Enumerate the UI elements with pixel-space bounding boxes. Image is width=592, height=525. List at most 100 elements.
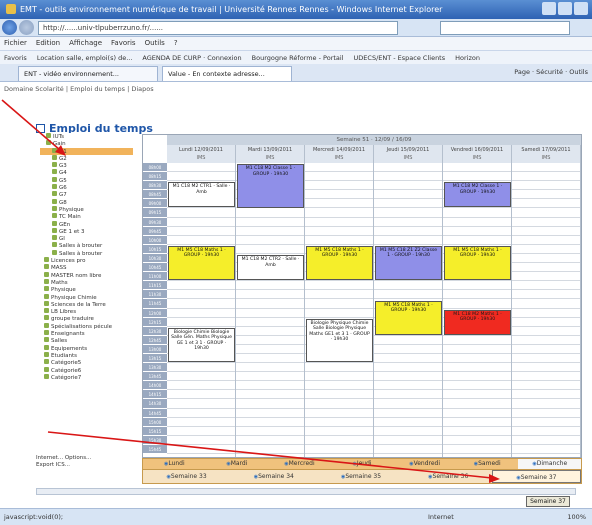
hour-label: 11h30: [143, 290, 167, 300]
weekday-option[interactable]: Jeudi: [331, 459, 394, 469]
tree-node[interactable]: Licences pro: [40, 257, 133, 264]
favorite-link[interactable]: Horizon: [455, 54, 480, 62]
week-option[interactable]: Semaine 35: [317, 470, 404, 483]
forward-button[interactable]: [19, 20, 34, 35]
course-event[interactable]: M1 C18 M2 CTR2 · Salle · Amb: [237, 255, 304, 281]
week-option[interactable]: Semaine 34: [230, 470, 317, 483]
tree-node[interactable]: Spécialisations pécule: [40, 322, 133, 330]
course-event[interactable]: M1 C18 M2 Maths 1 · GROUP · 19h30: [444, 309, 511, 335]
tree-node-label: Spécialisations pécule: [51, 323, 113, 330]
tree-node[interactable]: Salles: [40, 337, 133, 344]
tree-node[interactable]: G6: [40, 184, 133, 191]
tree-node[interactable]: GEn: [40, 220, 133, 228]
menu-item[interactable]: Fichier: [4, 39, 27, 48]
day-sub-label: IMS: [334, 155, 344, 161]
tree-node[interactable]: G7: [40, 191, 133, 198]
menu-item[interactable]: Favoris: [111, 39, 136, 48]
tree-node-label: GI: [59, 236, 65, 243]
tree-node[interactable]: Enseignants: [40, 330, 133, 337]
tree-node[interactable]: TC Main: [40, 213, 133, 220]
tree-node-label: G7: [59, 192, 67, 199]
favorite-link[interactable]: Bourgogne Réforme - Portail: [252, 54, 344, 62]
maximize-button[interactable]: [558, 2, 572, 15]
menu-item[interactable]: Affichage: [69, 39, 102, 48]
favorite-link[interactable]: UDECS/ENT - Espace Clients: [354, 54, 446, 62]
course-event[interactable]: M1 M5 C18 Z1 Z2 Classe 1 · GROUP · 19h30: [375, 245, 442, 281]
tree-node[interactable]: Catégorie7: [40, 373, 133, 381]
tree-node[interactable]: Physique Chimie: [40, 293, 133, 301]
course-event[interactable]: M1 M5 C18 Maths 1 · GROUP · 19h30: [168, 245, 235, 281]
week-option[interactable]: Semaine 37: [491, 470, 582, 483]
tree-node[interactable]: G8: [40, 198, 133, 206]
tree-node[interactable]: Equipements: [40, 344, 133, 352]
tree-node[interactable]: GE 1 et 3: [40, 227, 133, 235]
zoom-level[interactable]: 100%: [567, 513, 586, 521]
horizontal-scrollbar[interactable]: [36, 488, 576, 495]
folder-icon: [44, 271, 49, 277]
menu-item[interactable]: ?: [174, 39, 178, 48]
favorite-link[interactable]: AGENDA DE CURP · Connexion: [142, 54, 241, 62]
tree-node[interactable]: G3: [40, 162, 133, 169]
tree-node-label: groupe traduire: [51, 316, 94, 323]
week-option[interactable]: Semaine 33: [143, 470, 230, 483]
course-event[interactable]: M1 M5 C18 Maths 1 · GROUP · 19h30: [375, 300, 442, 335]
tree-node[interactable]: Salles à brouter: [40, 249, 133, 257]
tree-footer-export[interactable]: Export ICS...: [36, 462, 136, 469]
weekday-option[interactable]: Mardi: [206, 459, 269, 469]
close-button[interactable]: [574, 2, 588, 15]
hour-label: 11h00: [143, 272, 167, 282]
weekday-option[interactable]: Lundi: [143, 459, 206, 469]
tree-node[interactable]: G2: [40, 154, 133, 162]
tree-node[interactable]: groupe traduire: [40, 315, 133, 322]
tree-footer-options[interactable]: Internet... Options...: [36, 455, 136, 462]
weekday-option[interactable]: Mercredi: [268, 459, 331, 469]
tree-node[interactable]: MASTER nom libre: [40, 271, 133, 279]
week-option[interactable]: Semaine 36: [405, 470, 492, 483]
course-event[interactable]: Biologie Physique Chimie Salle Biologie …: [306, 318, 373, 363]
tree-node[interactable]: Physique: [40, 286, 133, 293]
security-zone: Internet: [428, 513, 454, 521]
favorite-link[interactable]: Favoris: [4, 54, 27, 62]
tree-node[interactable]: IUTs: [40, 133, 133, 140]
tree-node[interactable]: Physique: [40, 205, 133, 213]
tree-node-label: TC Main: [59, 214, 81, 221]
course-event[interactable]: M1 M5 C18 Maths 1 · GROUP · 19h30: [444, 245, 511, 281]
tree-node[interactable]: MASS: [40, 264, 133, 271]
course-event[interactable]: Biologie Chimie Biologie Salle Gén. Math…: [168, 327, 235, 363]
tree-node[interactable]: Gain: [40, 140, 133, 147]
tree-node-label: G4: [59, 170, 67, 177]
tree-node[interactable]: G5: [40, 176, 133, 184]
tree-node[interactable]: Salles à brouter: [40, 242, 133, 249]
menu-item[interactable]: Outils: [145, 39, 165, 48]
back-button[interactable]: [2, 20, 17, 35]
tab-value[interactable]: Value - En contexte adresse...: [162, 66, 292, 81]
menu-item[interactable]: Edition: [36, 39, 60, 48]
course-event[interactable]: M1 C18 M2 Classe 1 · GROUP · 19h30: [237, 164, 304, 208]
course-event[interactable]: M1 M5 C18 Maths 1 · GROUP · 19h30: [306, 245, 373, 281]
tree-node[interactable]: Catégorie5: [40, 359, 133, 366]
tree-node[interactable]: Etudiants: [40, 351, 133, 359]
hour-label: 08h15: [143, 172, 167, 182]
course-event[interactable]: M1 C18 M2 Classe 1 · GROUP · 19h30: [444, 182, 511, 208]
tree-node[interactable]: G1: [40, 147, 133, 155]
weekday-option[interactable]: Samedi: [456, 459, 519, 469]
weekday-option[interactable]: Dimanche: [518, 459, 582, 469]
tree-node[interactable]: Maths: [40, 278, 133, 286]
minimize-button[interactable]: [542, 2, 556, 15]
weekday-option[interactable]: Vendredi: [393, 459, 456, 469]
tree-node[interactable]: LB Libres: [40, 308, 133, 315]
collapse-icon[interactable]: [36, 124, 45, 133]
week-button[interactable]: Semaine 37: [526, 496, 570, 507]
search-input[interactable]: [440, 21, 570, 35]
tree-node-label: Etudiants: [51, 352, 78, 359]
tab-ent[interactable]: ENT - vidéo environnement...: [18, 66, 158, 81]
url-field[interactable]: http://......univ-tlpuberrzuno.fr/......: [38, 21, 398, 35]
toolbar-tools[interactable]: Page · Sécurité · Outils: [514, 68, 588, 76]
folder-icon: [44, 337, 49, 343]
tree-node[interactable]: Sciences de la Terre: [40, 300, 133, 308]
tree-node[interactable]: G4: [40, 169, 133, 176]
tree-node[interactable]: Catégorie6: [40, 366, 133, 374]
favorite-link[interactable]: Location salle, emploi(s) de...: [37, 54, 133, 62]
tree-node[interactable]: GI: [40, 235, 133, 242]
course-event[interactable]: M1 C18 M2 CTR1 · Salle · Amb: [168, 182, 235, 208]
